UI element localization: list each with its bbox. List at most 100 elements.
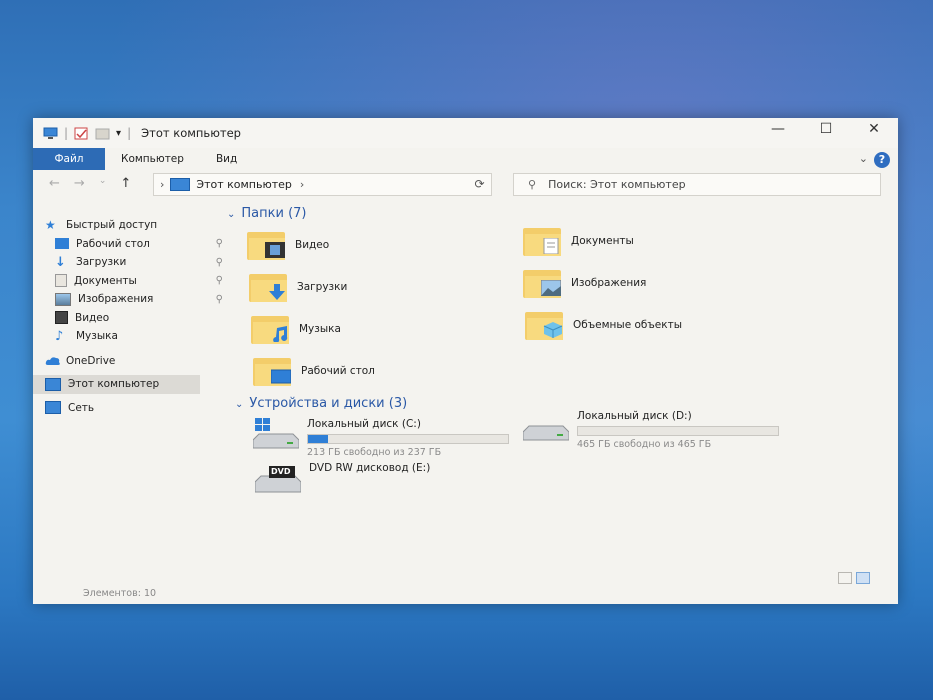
folder-item-3d-objects[interactable]: Объемные объекты [525, 308, 682, 342]
tab-computer[interactable]: Компьютер [105, 153, 200, 165]
folder-label: Объемные объекты [573, 319, 683, 331]
maximize-button[interactable]: ☐ [802, 118, 850, 142]
folder-label: Загрузки [297, 281, 348, 293]
sidebar-label: Сеть [68, 401, 95, 414]
status-bar-count: Элементов: 10 [83, 588, 157, 599]
sidebar-label: Документы [74, 274, 137, 287]
sidebar-label: OneDrive [66, 354, 116, 367]
cloud-icon [45, 355, 60, 366]
folder-label: Документы [571, 235, 634, 247]
folder-item-documents[interactable]: Документы [523, 224, 634, 258]
sidebar-label: Загрузки [76, 256, 127, 269]
sidebar-label: Быстрый доступ [66, 219, 158, 232]
folders-group-header[interactable]: ⌄ Папки (7) [227, 206, 306, 221]
title-bar[interactable]: | ▾ | Этот компьютер — ☐ ✕ [33, 118, 898, 148]
dvd-badge: DVD [271, 467, 291, 476]
sidebar-label: Этот компьютер [68, 378, 160, 391]
sidebar-item-pictures[interactable]: Изображения ⚲ [55, 290, 225, 309]
close-button[interactable]: ✕ [850, 118, 898, 142]
collapse-chevron-icon[interactable]: ⌄ [227, 209, 235, 220]
drive-label: DVD RW дисковод (E:) [309, 462, 431, 474]
3d-objects-folder-icon [525, 308, 567, 342]
drive-usage-fill [308, 435, 328, 443]
sidebar-item-video[interactable]: Видео [55, 309, 225, 328]
help-icon[interactable]: ? [874, 152, 890, 168]
pin-icon[interactable]: ⚲ [216, 294, 223, 305]
tiles-view-icon[interactable] [856, 572, 870, 584]
pin-icon[interactable]: ⚲ [216, 257, 223, 268]
sidebar-label: Музыка [76, 330, 118, 343]
drive-item-c[interactable]: Локальный диск (C:) 213 ГБ свободно из 2… [252, 418, 509, 458]
video-icon [55, 311, 68, 325]
address-path[interactable]: Этот компьютер [196, 178, 292, 191]
expand-ribbon-icon[interactable]: ⌄ [859, 152, 868, 165]
path-chevron-icon[interactable]: › [300, 178, 304, 191]
hard-drive-icon [522, 422, 570, 456]
folder-item-desktop[interactable]: Рабочий стол [253, 354, 375, 388]
refresh-button[interactable]: ⟳ [468, 173, 492, 196]
path-separator-icon: › [160, 178, 165, 191]
drive-usage-bar [577, 426, 779, 436]
computer-icon [43, 127, 58, 140]
drive-free-space: 213 ГБ свободно из 237 ГБ [307, 447, 442, 458]
address-bar[interactable]: › Этот компьютер › ⌄ [153, 173, 488, 196]
star-icon: ★ [45, 217, 56, 232]
documents-icon [55, 274, 67, 288]
sidebar-quick-access[interactable]: ★ Быстрый доступ [45, 216, 225, 235]
folder-item-pictures[interactable]: Изображения [523, 266, 646, 300]
drive-item-d[interactable]: Локальный диск (D:) 465 ГБ свободно из 4… [522, 410, 779, 456]
drive-item-e[interactable]: DVD DVD RW дисковод (E:) [254, 462, 431, 496]
sidebar-this-pc[interactable]: Этот компьютер [33, 375, 200, 394]
quick-access-toolbar: | ▾ | Этот компьютер [43, 126, 241, 140]
drive-usage-bar [307, 434, 509, 444]
pin-icon[interactable]: ⚲ [216, 238, 223, 249]
drive-label: Локальный диск (D:) [577, 410, 692, 422]
downloads-folder-icon [249, 270, 291, 304]
collapse-chevron-icon[interactable]: ⌄ [235, 399, 243, 410]
properties-icon[interactable] [74, 127, 89, 140]
sidebar-item-desktop[interactable]: Рабочий стол ⚲ [55, 235, 225, 254]
up-arrow-icon[interactable]: ↑ [120, 176, 131, 191]
windows-drive-icon [252, 418, 300, 452]
window-controls: — ☐ ✕ [754, 118, 898, 142]
sidebar-item-downloads[interactable]: ↓ Загрузки ⚲ [55, 253, 225, 272]
devices-group-header[interactable]: ⌄ Устройства и диски (3) [235, 396, 407, 411]
dvd-drive-icon: DVD [254, 462, 302, 496]
forward-arrow-icon[interactable]: → [74, 176, 85, 191]
video-folder-icon [247, 228, 289, 262]
minimize-button[interactable]: — [754, 118, 802, 142]
sidebar-label: Видео [75, 311, 110, 324]
folder-item-downloads[interactable]: Загрузки [249, 270, 347, 304]
recent-locations-icon[interactable]: ⌄ [99, 176, 107, 191]
ribbon-tabs: Файл Компьютер Вид [33, 148, 898, 170]
pictures-icon [55, 292, 71, 306]
tab-view[interactable]: Вид [200, 153, 253, 165]
folder-item-music[interactable]: Музыка [251, 312, 341, 346]
documents-folder-icon [523, 224, 565, 258]
navigation-bar: ← → ⌄ ↑ › Этот компьютер › ⌄ ⟳ ⚲ Поиск: … [33, 170, 898, 198]
sidebar-label: Рабочий стол [76, 237, 150, 250]
desktop-folder-icon [253, 354, 295, 388]
folder-label: Видео [295, 239, 330, 251]
this-pc-icon [45, 377, 61, 391]
sidebar-onedrive[interactable]: OneDrive [45, 352, 225, 371]
sidebar-network[interactable]: Сеть [45, 399, 225, 418]
nav-buttons: ← → ⌄ ↑ [49, 176, 131, 191]
sidebar-item-documents[interactable]: Документы ⚲ [55, 272, 225, 291]
new-folder-icon[interactable] [95, 127, 110, 140]
downloads-icon: ↓ [55, 254, 66, 270]
details-view-icon[interactable] [838, 572, 852, 584]
search-box[interactable]: ⚲ Поиск: Этот компьютер [513, 173, 881, 196]
folders-header-label: Папки (7) [241, 206, 307, 221]
folder-item-video[interactable]: Видео [247, 228, 329, 262]
back-arrow-icon[interactable]: ← [49, 176, 60, 191]
customize-toolbar-icon[interactable]: ▾ [116, 128, 121, 139]
tab-file[interactable]: Файл [33, 148, 105, 170]
sidebar-item-music[interactable]: ♪ Музыка [55, 327, 225, 346]
file-explorer-window: | ▾ | Этот компьютер — ☐ ✕ Файл Компьюте… [33, 118, 898, 604]
desktop-icon [55, 238, 69, 250]
this-pc-icon [170, 178, 191, 191]
folder-label: Рабочий стол [301, 365, 375, 377]
pin-icon[interactable]: ⚲ [216, 275, 223, 286]
folder-label: Изображения [571, 277, 647, 289]
